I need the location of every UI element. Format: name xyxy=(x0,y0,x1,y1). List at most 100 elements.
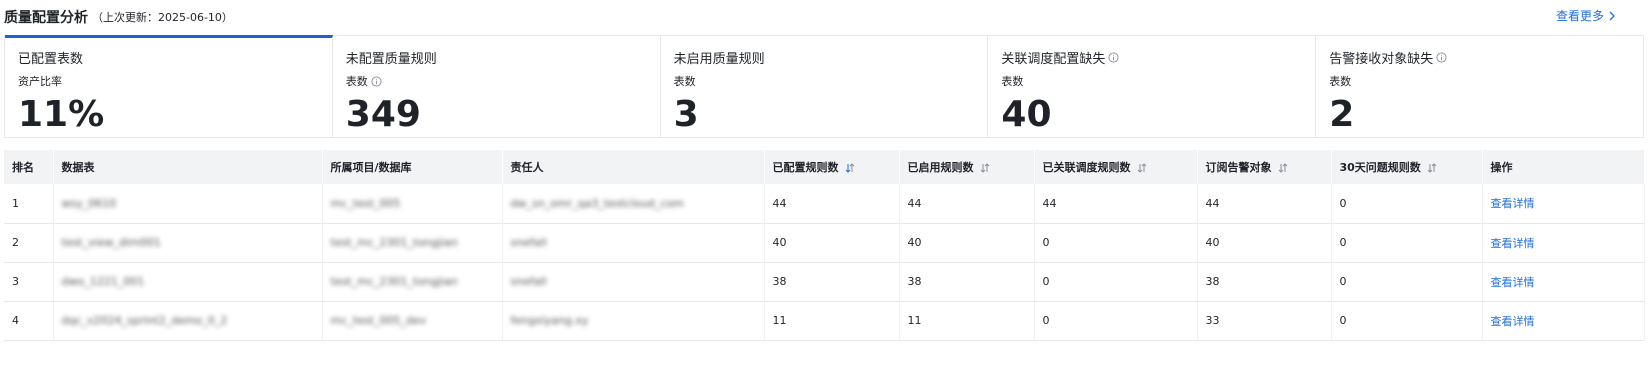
cell-project: test_mc_2301_tongjian xyxy=(322,262,503,301)
cell-table: dwo_1221_001 xyxy=(53,262,323,301)
cell-table-text: wsy_0610 xyxy=(61,196,117,210)
card-disabled-rules[interactable]: 未启用质量规则 表数 3 xyxy=(660,36,989,137)
column-header-table: 数据表 xyxy=(53,150,323,184)
column-header-configured[interactable]: 已配置规则数 xyxy=(764,150,900,184)
column-header-issues[interactable]: 30天问题规则数 xyxy=(1331,150,1483,184)
cell-scheduled: 0 xyxy=(1034,301,1198,340)
card-unconfigured-rules[interactable]: 未配置质量规则 表数 349 xyxy=(332,36,661,137)
cell-scheduled: 0 xyxy=(1034,223,1198,262)
sort-icon[interactable] xyxy=(1137,163,1147,173)
card-value: 349 xyxy=(345,94,421,135)
card-missing-schedule[interactable]: 关联调度配置缺失 表数 40 xyxy=(988,36,1317,137)
cell-issues: 0 xyxy=(1331,301,1483,340)
cell-enabled: 40 xyxy=(899,223,1035,262)
card-value: 40 xyxy=(1001,94,1052,135)
cell-project: mc_test_005 xyxy=(322,184,503,223)
cell-configured: 38 xyxy=(764,262,900,301)
cell-owner: dw_sn_omr_qa3_testcloud_com xyxy=(502,184,765,223)
cell-owner: snefall xyxy=(502,262,765,301)
card-title-wrap: 关联调度配置缺失 xyxy=(1001,48,1119,67)
card-value: 2 xyxy=(1329,94,1355,135)
cell-issues: 0 xyxy=(1331,262,1483,301)
view-details-link[interactable]: 查看详情 xyxy=(1482,184,1645,223)
column-header-owner: 责任人 xyxy=(502,150,765,184)
cell-enabled: 38 xyxy=(899,262,1035,301)
view-more-link[interactable]: 查看更多 xyxy=(1556,7,1616,24)
cell-issues: 0 xyxy=(1331,184,1483,223)
view-details-link[interactable]: 查看详情 xyxy=(1482,262,1645,301)
column-header-alert[interactable]: 订阅告警对象 xyxy=(1197,150,1332,184)
cell-table-text: test_view_dim001 xyxy=(61,236,161,249)
table-row: 2 test_view_dim001 test_mc_2301_tongjian… xyxy=(4,223,1645,262)
table-row: 4 dqc_v2024_sprint2_demo_0_2 mc_test_005… xyxy=(4,301,1645,340)
cell-project: mc_test_005_dev xyxy=(322,301,503,340)
metric-cards: 已配置表数 资产比率 11% 未配置质量规则 表数 349 未启用质量规则 表数… xyxy=(4,35,1644,138)
cell-alert: 38 xyxy=(1197,262,1332,301)
card-subtitle: 表数 xyxy=(1329,75,1352,88)
cell-table: wsy_0610 xyxy=(53,184,323,223)
page-title: 质量配置分析 xyxy=(4,10,88,26)
card-title: 关联调度配置缺失 xyxy=(1001,52,1106,67)
card-title: 未启用质量规则 xyxy=(673,52,765,67)
column-header-project: 所属项目/数据库 xyxy=(322,150,503,184)
column-header-action: 操作 xyxy=(1482,150,1645,184)
cell-owner-text: snefall xyxy=(510,275,547,288)
column-header-enabled[interactable]: 已启用规则数 xyxy=(899,150,1035,184)
table-row: 1 wsy_0610 mc_test_005 dw_sn_omr_qa3_tes… xyxy=(4,184,1645,223)
cell-issues: 0 xyxy=(1331,223,1483,262)
column-header-label: 已配置规则数 xyxy=(772,161,839,174)
cell-alert: 33 xyxy=(1197,301,1332,340)
card-title-wrap: 告警接收对象缺失 xyxy=(1329,48,1447,67)
cell-rank: 2 xyxy=(4,223,54,262)
chevron-right-icon xyxy=(1609,11,1615,20)
cell-configured: 11 xyxy=(764,301,900,340)
table-row: 3 dwo_1221_001 test_mc_2301_tongjian sne… xyxy=(4,262,1645,301)
cell-configured: 44 xyxy=(764,184,900,223)
view-more-label: 查看更多 xyxy=(1555,9,1604,23)
cell-alert: 40 xyxy=(1197,223,1332,262)
info-circle-icon[interactable] xyxy=(1108,52,1119,63)
card-subtitle-wrap: 表数 xyxy=(346,73,382,89)
cell-table-text: dwo_1221_001 xyxy=(61,275,145,288)
cell-project-text: mc_test_005 xyxy=(330,196,401,210)
info-circle-icon[interactable] xyxy=(371,75,382,87)
cell-project-text: mc_test_005_dev xyxy=(330,314,427,327)
cell-rank: 1 xyxy=(4,184,54,223)
sort-icon[interactable] xyxy=(1427,163,1437,173)
cell-scheduled: 0 xyxy=(1034,262,1198,301)
cell-owner-text: fengxiyang.xy xyxy=(510,314,589,327)
cell-configured: 40 xyxy=(764,223,900,262)
sort-icon[interactable] xyxy=(845,163,855,173)
card-subtitle: 表数 xyxy=(673,75,696,88)
column-header-label: 订阅告警对象 xyxy=(1205,161,1272,174)
card-title: 未配置质量规则 xyxy=(345,52,437,67)
card-subtitle: 表数 xyxy=(1001,75,1024,88)
view-details-link[interactable]: 查看详情 xyxy=(1482,301,1645,340)
cell-owner: snefall xyxy=(502,223,765,262)
column-header-label: 已启用规则数 xyxy=(907,161,974,174)
cell-table: test_view_dim001 xyxy=(53,223,323,262)
card-missing-alert-receiver[interactable]: 告警接收对象缺失 表数 2 xyxy=(1316,36,1643,137)
cell-rank: 3 xyxy=(4,262,54,301)
card-configured-tables[interactable]: 已配置表数 资产比率 11% xyxy=(5,35,333,137)
info-circle-icon[interactable] xyxy=(1436,52,1447,63)
cell-scheduled: 44 xyxy=(1034,184,1198,223)
cell-owner-text: snefall xyxy=(510,236,547,249)
cell-enabled: 11 xyxy=(899,301,1035,340)
sort-icon[interactable] xyxy=(1278,163,1288,173)
column-header-scheduled[interactable]: 已关联调度规则数 xyxy=(1034,150,1198,184)
cell-table: dqc_v2024_sprint2_demo_0_2 xyxy=(53,301,323,340)
cell-project-text: test_mc_2301_tongjian xyxy=(330,236,458,249)
column-header-label: 已关联调度规则数 xyxy=(1042,161,1131,174)
ranking-table: 排名 数据表 所属项目/数据库 责任人 已配置规则数 已启用规则数 已关联调度规… xyxy=(4,150,1645,341)
card-title: 已配置表数 xyxy=(18,52,84,67)
cell-project: test_mc_2301_tongjian xyxy=(322,223,503,262)
card-value: 11% xyxy=(18,94,105,135)
cell-table-text: dqc_v2024_sprint2_demo_0_2 xyxy=(61,314,228,327)
card-subtitle: 表数 xyxy=(345,75,368,88)
cell-owner: fengxiyang.xy xyxy=(502,301,765,340)
cell-rank: 4 xyxy=(4,301,54,340)
view-details-link[interactable]: 查看详情 xyxy=(1482,223,1645,262)
card-title: 告警接收对象缺失 xyxy=(1329,52,1434,67)
sort-icon[interactable] xyxy=(980,163,990,173)
